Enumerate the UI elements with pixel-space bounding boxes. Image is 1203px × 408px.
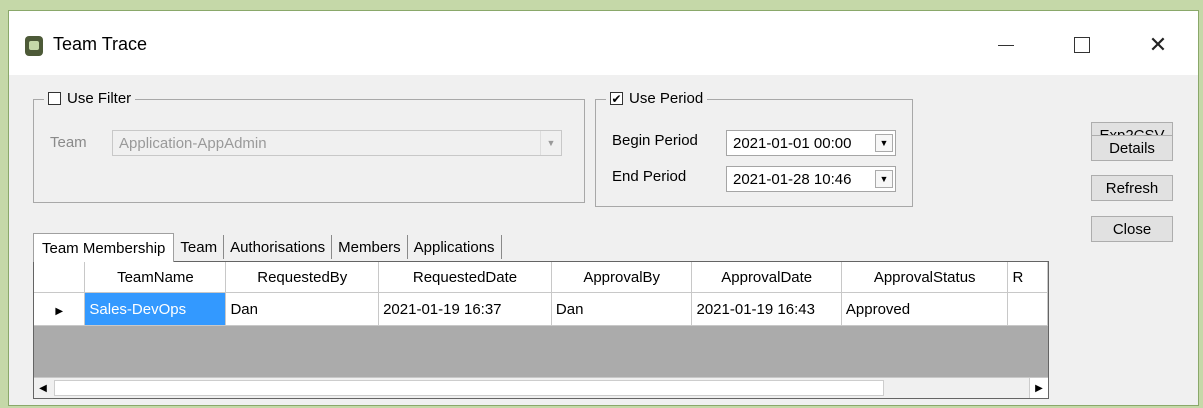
scrollbar-thumb[interactable]: [54, 380, 884, 396]
tab-team-membership[interactable]: Team Membership: [33, 233, 175, 262]
column-header[interactable]: RequestedDate: [378, 262, 552, 293]
tab-strip: Team Membership Team Authorisations Memb…: [33, 233, 502, 262]
use-filter-label: Use Filter: [67, 90, 132, 107]
cell-approval-status[interactable]: Approved: [841, 292, 1009, 326]
table-row[interactable]: ▶ Sales-DevOps Dan 2021-01-19 16:37 Dan …: [34, 292, 1048, 326]
column-header[interactable]: R: [1007, 262, 1048, 293]
close-button[interactable]: Close: [1091, 216, 1173, 242]
team-membership-grid[interactable]: TeamName RequestedBy RequestedDate Appro…: [33, 261, 1049, 399]
column-header[interactable]: ApprovalDate: [691, 262, 842, 293]
app-icon: [25, 36, 43, 56]
column-header[interactable]: ApprovalBy: [551, 262, 693, 293]
refresh-button[interactable]: Refresh: [1091, 175, 1173, 201]
use-filter-legend: Use Filter: [44, 90, 136, 107]
grid-header-row: TeamName RequestedBy RequestedDate Appro…: [34, 262, 1048, 293]
use-filter-checkbox[interactable]: [48, 92, 61, 105]
cell-approval-date[interactable]: 2021-01-19 16:43: [691, 292, 842, 326]
window-title: Team Trace: [53, 34, 148, 54]
maximize-icon: [1074, 37, 1090, 53]
cell-requested-date[interactable]: 2021-01-19 16:37: [378, 292, 552, 326]
tab-team[interactable]: Team: [174, 235, 225, 259]
end-period-picker[interactable]: 2021-01-28 10:46 ▼: [726, 166, 896, 192]
close-window-button[interactable]: ✕: [1131, 25, 1185, 65]
cell-r[interactable]: [1007, 292, 1048, 326]
team-trace-window: Team Trace ✕ Use Filter Team Application…: [8, 10, 1199, 406]
cell-requested-by[interactable]: Dan: [225, 292, 380, 326]
tab-members[interactable]: Members: [332, 235, 408, 259]
scroll-right-icon[interactable]: ▶: [1029, 378, 1048, 398]
column-header[interactable]: TeamName: [84, 262, 227, 293]
horizontal-scrollbar[interactable]: ◀ ▶: [34, 377, 1048, 398]
use-period-label: Use Period: [629, 90, 704, 107]
use-period-group: ✔ Use Period Begin Period 2021-01-01 00:…: [595, 90, 913, 207]
end-period-value: 2021-01-28 10:46: [733, 170, 852, 188]
tab-applications[interactable]: Applications: [408, 235, 502, 259]
close-icon: ✕: [1148, 32, 1168, 57]
team-select[interactable]: Application-AppAdmin ▼: [112, 130, 562, 156]
use-period-legend: ✔ Use Period: [606, 90, 708, 107]
team-label: Team: [50, 134, 87, 151]
end-period-label: End Period: [612, 168, 687, 185]
chevron-down-icon[interactable]: ▼: [875, 170, 893, 188]
details-button[interactable]: Details: [1091, 135, 1173, 161]
cell-approval-by[interactable]: Dan: [551, 292, 693, 326]
grid-table: TeamName RequestedBy RequestedDate Appro…: [34, 262, 1048, 326]
column-header[interactable]: ApprovalStatus: [841, 262, 1009, 293]
chevron-down-icon[interactable]: ▼: [875, 134, 893, 152]
row-header-corner: [34, 262, 86, 293]
scroll-left-icon[interactable]: ◀: [34, 378, 52, 398]
chevron-down-icon: ▼: [540, 131, 561, 155]
row-indicator-icon[interactable]: ▶: [34, 292, 86, 326]
use-filter-group: Use Filter Team Application-AppAdmin ▼: [33, 90, 585, 203]
begin-period-value: 2021-01-01 00:00: [733, 134, 852, 152]
column-header[interactable]: RequestedBy: [225, 262, 380, 293]
row-indicator-glyph: ▶: [55, 305, 64, 317]
maximize-button[interactable]: [1055, 25, 1109, 65]
begin-period-picker[interactable]: 2021-01-01 00:00 ▼: [726, 130, 896, 156]
minimize-button[interactable]: [979, 25, 1033, 65]
tab-authorisations[interactable]: Authorisations: [224, 235, 333, 259]
minimize-icon: [998, 44, 1014, 46]
begin-period-label: Begin Period: [612, 132, 698, 149]
cell-team-name[interactable]: Sales-DevOps: [84, 292, 227, 326]
use-period-checkbox[interactable]: ✔: [610, 92, 623, 105]
team-select-value: Application-AppAdmin: [119, 134, 267, 152]
title-bar[interactable]: Team Trace ✕: [9, 11, 1198, 75]
